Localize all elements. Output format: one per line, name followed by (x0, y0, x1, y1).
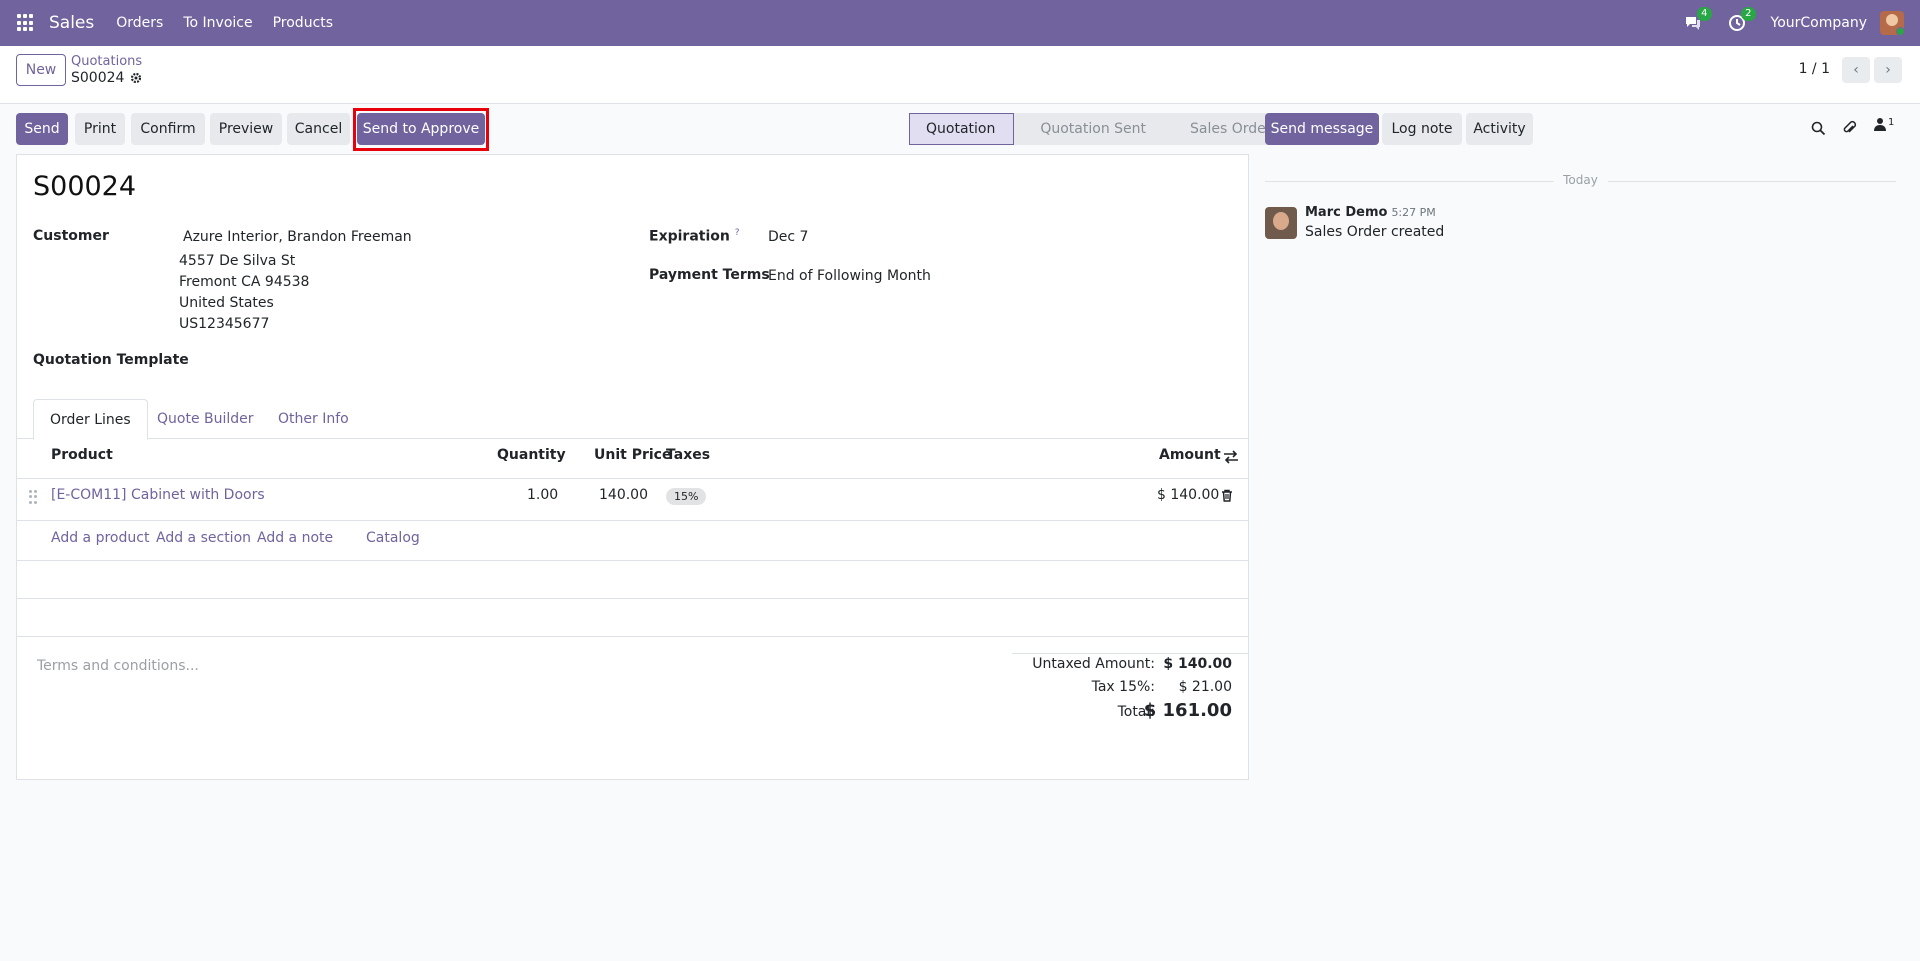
untaxed-amount-value: $ 140.00 (1163, 656, 1232, 672)
add-product-link[interactable]: Add a product (51, 530, 149, 546)
followers-count: 1 (1888, 117, 1895, 128)
customer-address-line-3: United States (179, 295, 274, 311)
tax-value: $ 21.00 (1178, 679, 1232, 695)
breadcrumb-current-label: S00024 (71, 70, 125, 86)
notebook-tabs: Order Lines Quote Builder Other Info (17, 399, 1248, 440)
new-button[interactable]: New (16, 54, 66, 86)
pager-value[interactable]: 1 / 1 (1799, 61, 1830, 77)
user-avatar[interactable] (1880, 11, 1904, 35)
drag-handle-icon[interactable] (29, 490, 37, 504)
row-divider (17, 598, 1248, 599)
cancel-button[interactable]: Cancel (287, 113, 350, 145)
total-value: $ 161.00 (1143, 700, 1232, 721)
paperclip-icon[interactable] (1842, 120, 1857, 136)
expiration-label: Expiration ? (649, 228, 740, 245)
author-avatar[interactable] (1265, 207, 1297, 239)
send-button[interactable]: Send (16, 113, 68, 145)
pager-next-icon[interactable]: › (1874, 57, 1902, 83)
pager-previous-icon[interactable]: ‹ (1842, 57, 1870, 83)
menu-item-products[interactable]: Products (273, 15, 333, 31)
column-quantity[interactable]: Quantity (497, 447, 566, 463)
payment-terms-field[interactable]: End of Following Month (768, 268, 931, 284)
row-divider (17, 636, 1248, 637)
messages-badge: 4 (1697, 7, 1712, 21)
top-navbar: Sales Orders To Invoice Products 4 2 You… (0, 0, 1920, 46)
column-taxes[interactable]: Taxes (666, 447, 710, 463)
add-note-link[interactable]: Add a note (257, 530, 333, 546)
confirm-button[interactable]: Confirm (131, 113, 205, 145)
date-separator: Today (1265, 173, 1896, 189)
send-message-button[interactable]: Send message (1265, 113, 1379, 145)
tab-order-lines[interactable]: Order Lines (33, 399, 148, 440)
message-body: Sales Order created (1305, 224, 1445, 240)
app-name[interactable]: Sales (49, 13, 94, 33)
messages-icon[interactable]: 4 (1683, 7, 1712, 33)
message-author-name[interactable]: Marc Demo (1305, 205, 1387, 220)
customer-label: Customer (33, 228, 109, 244)
company-switcher[interactable]: YourCompany (1771, 15, 1868, 31)
menu-item-to-invoice[interactable]: To Invoice (183, 15, 252, 31)
line-product[interactable]: [E-COM11] Cabinet with Doors (51, 487, 265, 503)
customer-vat: US12345677 (179, 316, 270, 332)
menu-item-orders[interactable]: Orders (116, 15, 163, 31)
quotation-template-label: Quotation Template (33, 352, 189, 368)
stage-quotation-sent[interactable]: Quotation Sent (1014, 113, 1164, 145)
print-button[interactable]: Print (75, 113, 125, 145)
form-sheet: S00024 Customer Azure Interior, Brandon … (16, 154, 1249, 780)
highlight-box (353, 108, 489, 151)
gear-icon[interactable] (130, 72, 142, 84)
header-divider (17, 478, 1248, 479)
customer-address-line-1: 4557 De Silva St (179, 253, 296, 269)
row-divider (17, 560, 1248, 561)
row-divider (17, 520, 1248, 521)
line-amount: $ 140.00 (1157, 487, 1220, 503)
breadcrumb-quotations[interactable]: Quotations (71, 54, 142, 69)
line-quantity[interactable]: 1.00 (527, 487, 558, 503)
stage-quotation[interactable]: Quotation (909, 113, 1015, 145)
add-section-link[interactable]: Add a section (156, 530, 251, 546)
date-separator-label: Today (1553, 173, 1608, 187)
apps-menu-icon[interactable] (17, 14, 35, 32)
line-unit-price[interactable]: 140.00 (599, 487, 648, 503)
record-title: S00024 (33, 171, 137, 202)
help-icon[interactable]: ? (735, 228, 740, 238)
column-unit-price[interactable]: Unit Price (594, 447, 671, 463)
breadcrumb-current: S00024 (71, 70, 142, 86)
tab-other-info[interactable]: Other Info (262, 399, 365, 439)
catalog-link[interactable]: Catalog (366, 530, 420, 546)
customer-name[interactable]: Azure Interior, Brandon Freeman (183, 229, 412, 245)
expiration-field[interactable]: Dec 7 (768, 229, 808, 245)
preview-button[interactable]: Preview (210, 113, 282, 145)
line-tax-badge[interactable]: 15% (666, 488, 707, 505)
trash-icon[interactable] (1221, 489, 1233, 502)
tab-quote-builder[interactable]: Quote Builder (141, 399, 270, 439)
status-bar: Quotation Quotation Sent Sales Order (909, 113, 1290, 145)
totals-divider (1012, 653, 1248, 654)
message-author: Marc Demo 5:27 PM (1305, 205, 1436, 220)
column-amount[interactable]: Amount (1159, 447, 1221, 463)
log-note-button[interactable]: Log note (1382, 113, 1462, 145)
activities-icon[interactable]: 2 (1727, 7, 1756, 33)
followers-button[interactable]: 1 (1874, 117, 1894, 131)
column-product[interactable]: Product (51, 447, 113, 463)
terms-and-conditions-field[interactable]: Terms and conditions... (37, 658, 199, 674)
message-time: 5:27 PM (1391, 206, 1436, 219)
main-menu: Orders To Invoice Products (116, 15, 333, 31)
activities-badge: 2 (1741, 7, 1756, 21)
payment-terms-label: Payment Terms (649, 267, 770, 283)
control-panel: New Quotations S00024 1 / 1 ‹ › (0, 46, 1920, 104)
optional-columns-icon[interactable] (1223, 450, 1239, 464)
search-icon[interactable] (1811, 121, 1826, 136)
user-icon (1874, 118, 1886, 131)
activity-button[interactable]: Activity (1466, 113, 1533, 145)
online-status-icon (1896, 27, 1904, 35)
navbar-systray: 4 2 YourCompany (1683, 0, 1920, 46)
customer-address-line-2: Fremont CA 94538 (179, 274, 310, 290)
